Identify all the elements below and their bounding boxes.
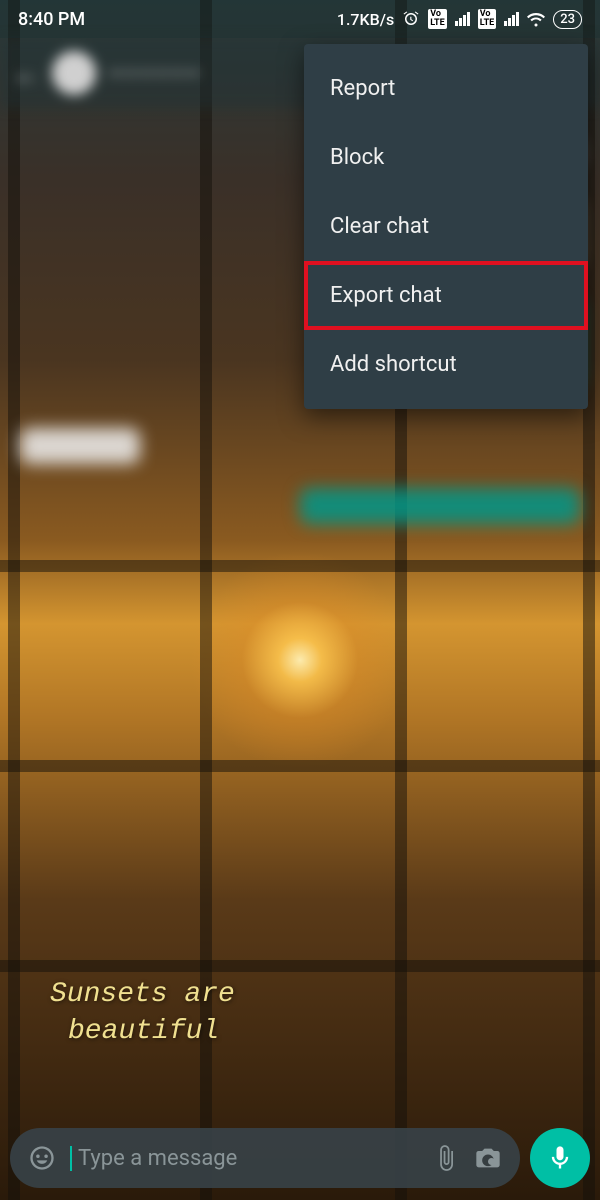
overflow-menu: Report Block Clear chat Export chat Add … xyxy=(304,44,588,409)
battery-indicator: 23 xyxy=(553,10,582,29)
volte-badge-1: VoLTE xyxy=(428,9,447,29)
message-input[interactable]: Type a message xyxy=(70,1146,418,1171)
message-bubble[interactable] xyxy=(20,428,140,464)
signal-bars-2 xyxy=(504,12,519,26)
image-caption: Sunsets are beautiful xyxy=(50,977,235,1050)
avatar[interactable] xyxy=(52,51,96,95)
mic-button[interactable] xyxy=(530,1128,590,1188)
camera-icon[interactable] xyxy=(474,1144,502,1172)
contact-name[interactable]: —————— xyxy=(108,61,200,85)
attachment-icon[interactable] xyxy=(432,1144,460,1172)
wifi-icon xyxy=(527,10,545,28)
menu-export-chat[interactable]: Export chat xyxy=(304,261,588,330)
back-icon[interactable]: ← xyxy=(12,57,40,90)
menu-add-shortcut[interactable]: Add shortcut xyxy=(304,330,588,399)
status-time: 8:40 PM xyxy=(18,9,85,30)
menu-report[interactable]: Report xyxy=(304,54,588,123)
data-rate: 1.7KB/s xyxy=(337,10,394,29)
alarm-icon xyxy=(402,10,420,28)
status-bar: 8:40 PM 1.7KB/s VoLTE VoLTE 23 xyxy=(0,0,600,38)
menu-clear-chat[interactable]: Clear chat xyxy=(304,192,588,261)
emoji-icon[interactable] xyxy=(28,1144,56,1172)
status-icons: 1.7KB/s VoLTE VoLTE 23 xyxy=(337,9,582,29)
input-bar: Type a message xyxy=(10,1128,590,1188)
menu-block[interactable]: Block xyxy=(304,123,588,192)
signal-bars-1 xyxy=(455,12,470,26)
message-input-container[interactable]: Type a message xyxy=(10,1128,520,1188)
volte-badge-2: VoLTE xyxy=(478,9,497,29)
message-bubble[interactable] xyxy=(300,488,580,524)
chat-screen: 8:40 PM 1.7KB/s VoLTE VoLTE 23 ← —————— xyxy=(0,0,600,1200)
